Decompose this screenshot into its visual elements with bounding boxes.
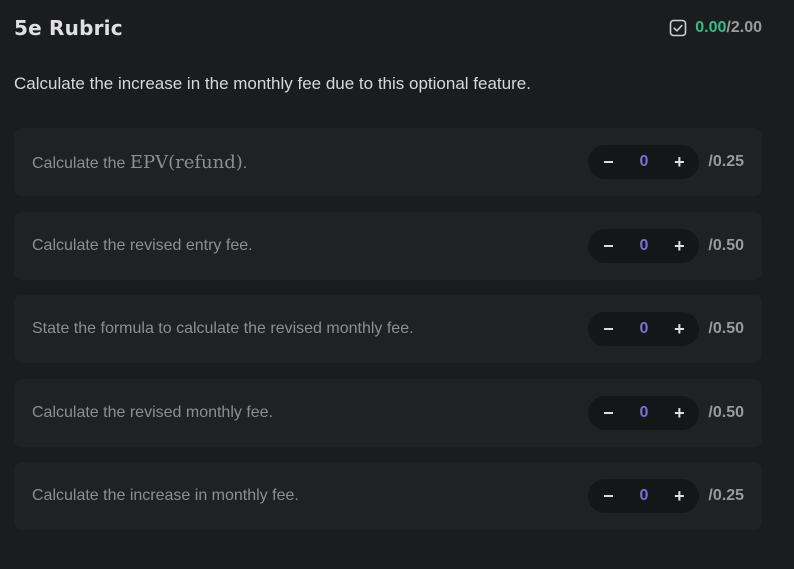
- rubric-item-label: Calculate the revised monthly fee.: [32, 403, 274, 421]
- plus-icon[interactable]: +: [671, 320, 687, 338]
- max-points: /0.50: [708, 236, 744, 254]
- max-points: /0.50: [708, 403, 744, 421]
- rubric-item-label: Calculate the increase in monthly fee.: [32, 487, 299, 504]
- plus-icon[interactable]: +: [671, 487, 687, 505]
- score-earned: 0.00: [695, 19, 727, 36]
- rubric-item-controls: − 0 + /0.50: [588, 228, 744, 263]
- rubric-item: Calculate the revised entry fee. − 0 + /…: [14, 211, 762, 280]
- rubric-item-controls: − 0 + /0.25: [588, 145, 744, 179]
- rubric-item-label: Calculate the: [32, 154, 130, 172]
- rubric-item-text: Calculate the revised monthly fee.: [32, 404, 273, 422]
- score-stepper: − 0 +: [588, 312, 700, 346]
- score-stepper: − 0 +: [588, 479, 700, 513]
- max-points: /0.25: [708, 153, 744, 170]
- checkbox-check-icon: [669, 19, 687, 37]
- max-points: /0.25: [708, 487, 744, 504]
- question-text: Calculate the increase in the monthly fe…: [14, 74, 531, 93]
- plus-icon[interactable]: +: [671, 237, 687, 255]
- rubric-item-controls: − 0 + /0.50: [588, 395, 744, 430]
- rubric-item-suffix: .: [242, 154, 248, 172]
- minus-icon[interactable]: −: [600, 487, 616, 505]
- rubric-title: 5e Rubric: [14, 16, 123, 40]
- rubric-item: Calculate the increase in monthly fee. −…: [14, 462, 762, 530]
- rubric-item: Calculate the EPV(refund). − 0 + /0.25: [14, 128, 762, 196]
- minus-icon[interactable]: −: [600, 320, 616, 338]
- score-stepper: − 0 +: [588, 395, 700, 430]
- rubric-item-label: Calculate the revised entry fee.: [32, 236, 253, 254]
- stepper-value[interactable]: 0: [639, 153, 648, 171]
- rubric-item-text: Calculate the increase in monthly fee.: [32, 487, 299, 505]
- stepper-value[interactable]: 0: [639, 487, 648, 505]
- score-summary: 0.00/2.00: [669, 19, 762, 37]
- score-total: /2.00: [726, 19, 762, 36]
- score-stepper: − 0 +: [588, 228, 700, 263]
- rubric-item-text: Calculate the revised entry fee.: [32, 237, 253, 255]
- rubric-item: Calculate the revised monthly fee. − 0 +…: [14, 378, 762, 447]
- rubric-item-text: State the formula to calculate the revis…: [32, 320, 414, 338]
- stepper-value[interactable]: 0: [639, 320, 648, 338]
- rubric-item: State the formula to calculate the revis…: [14, 295, 762, 363]
- rubric-header: 5e Rubric 0.00/2.00: [14, 14, 762, 42]
- plus-icon[interactable]: +: [671, 153, 687, 171]
- plus-icon[interactable]: +: [671, 404, 687, 422]
- rubric-item-controls: − 0 + /0.50: [588, 312, 744, 346]
- max-points: /0.50: [708, 320, 744, 337]
- stepper-value[interactable]: 0: [639, 237, 648, 255]
- rubric-panel: 5e Rubric 0.00/2.00 Calculate the increa…: [0, 0, 794, 569]
- minus-icon[interactable]: −: [600, 237, 616, 255]
- rubric-item-math: EPV(refund): [129, 151, 243, 173]
- minus-icon[interactable]: −: [600, 404, 616, 422]
- stepper-value[interactable]: 0: [639, 404, 648, 422]
- rubric-item-controls: − 0 + /0.25: [588, 479, 744, 513]
- minus-icon[interactable]: −: [600, 153, 616, 171]
- score-stepper: − 0 +: [588, 145, 700, 179]
- rubric-item-text: Calculate the EPV(refund).: [32, 152, 247, 173]
- rubric-items: Calculate the EPV(refund). − 0 + /0.25 C…: [14, 128, 762, 546]
- rubric-item-label: State the formula to calculate the revis…: [32, 320, 414, 337]
